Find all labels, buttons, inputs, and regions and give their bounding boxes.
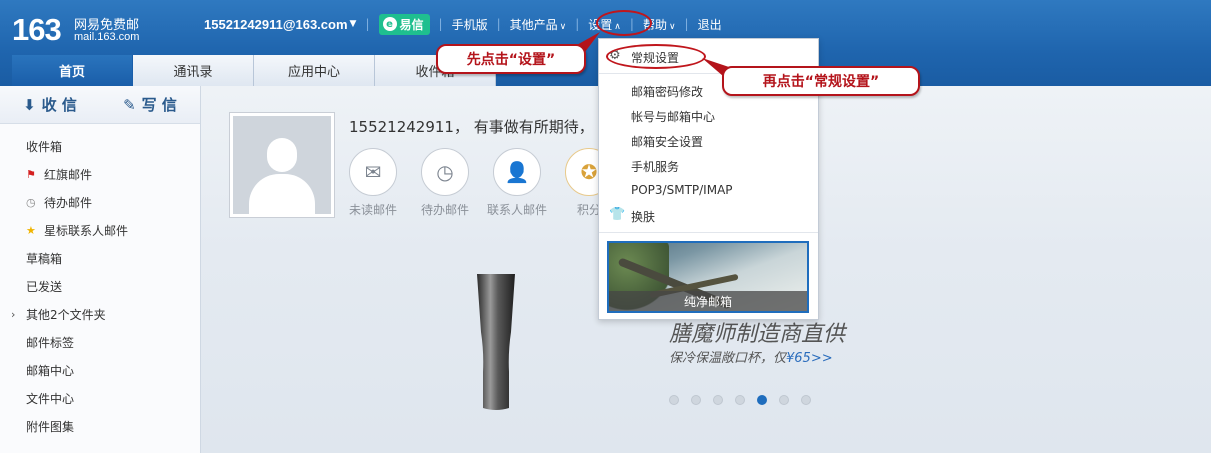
carousel-dot[interactable] — [779, 395, 789, 405]
carousel-dot[interactable] — [757, 395, 767, 405]
quick-label: 联系人邮件 — [487, 203, 548, 217]
star-icon: ★ — [26, 223, 36, 237]
sidebar-item-label: 邮箱中心 — [26, 363, 75, 378]
menu-item-mobile-service[interactable]: 手机服务 — [631, 158, 679, 175]
promo-title[interactable]: 膳魔师制造商直供 — [669, 316, 845, 348]
menu-item-skin[interactable]: 换肤 — [631, 208, 655, 225]
sidebar-item-file-center[interactable]: 文件中心 — [0, 384, 200, 412]
quick-contacts[interactable]: 👤 联系人邮件 — [487, 148, 547, 218]
compose-button[interactable]: ✎ 写 信 — [100, 86, 200, 123]
contact-star-icon: 👤 — [493, 148, 541, 196]
sidebar-item-label: 红旗邮件 — [44, 167, 93, 182]
divider: | — [496, 17, 501, 31]
general-settings-highlight-circle — [606, 44, 706, 69]
menu-divider — [599, 232, 818, 233]
sidebar-item-inbox[interactable]: 收件箱 — [0, 132, 200, 160]
divider: | — [365, 17, 370, 31]
yixin-label: 易信 — [399, 17, 424, 32]
sidebar-item-label: 草稿箱 — [26, 251, 63, 266]
edit-icon: ✎ — [123, 95, 136, 114]
quick-todo[interactable]: ◷ 待办邮件 — [415, 148, 475, 218]
carousel-dot[interactable] — [691, 395, 701, 405]
receive-button[interactable]: ⬇ 收 信 — [0, 86, 100, 123]
sidebar-item-todo[interactable]: ◷ 待办邮件 — [0, 188, 200, 216]
carousel-dot[interactable] — [713, 395, 723, 405]
logo-number: 163 — [12, 12, 62, 47]
menu-item-password[interactable]: 邮箱密码修改 — [631, 83, 703, 100]
sidebar-item-attachments[interactable]: 附件图集 — [0, 412, 200, 440]
menu-item-security[interactable]: 邮箱安全设置 — [631, 133, 703, 150]
sidebar-item-label: 待办邮件 — [44, 195, 93, 210]
quick-label: 未读邮件 — [348, 203, 397, 217]
carousel-dot[interactable] — [669, 395, 679, 405]
quick-label: 待办邮件 — [420, 203, 469, 217]
chevron-down-icon[interactable]: ▼ — [350, 19, 357, 29]
download-icon: ⬇ — [23, 95, 36, 114]
tab-home[interactable]: 首页 — [12, 55, 133, 86]
sidebar-item-drafts[interactable]: 草稿箱 — [0, 244, 200, 272]
skin-thumbnail[interactable]: 纯净邮箱 — [607, 241, 809, 313]
quick-unread[interactable]: ✉ 未读邮件 — [343, 148, 403, 218]
chevron-right-icon[interactable]: › — [11, 308, 15, 321]
envelope-icon: ✉ — [349, 148, 397, 196]
main-tabs: 首页 通讯录 应用中心 收件箱 — [12, 55, 496, 86]
sidebar-item-label: 其他2个文件夹 — [26, 307, 106, 322]
tab-app-center[interactable]: 应用中心 — [254, 55, 375, 86]
sidebar-item-label: 已发送 — [26, 279, 63, 294]
mobile-version-link[interactable]: 手机版 — [452, 16, 488, 33]
avatar[interactable] — [229, 112, 335, 218]
sidebar-item-label: 附件图集 — [26, 419, 75, 434]
promo-price: ¥65>> — [786, 351, 833, 366]
flag-icon: ⚑ — [26, 167, 36, 181]
skin-label: 纯净邮箱 — [609, 291, 807, 311]
other-products-label: 其他产品 — [509, 17, 558, 32]
menu-item-pop3[interactable]: POP3/SMTP/IMAP — [631, 183, 733, 197]
callout-step1: 先点击“设置” — [436, 44, 586, 74]
sidebar-item-mail-center[interactable]: 邮箱中心 — [0, 356, 200, 384]
account-email[interactable]: 15521242911@163.com — [204, 17, 348, 32]
menu-item-account-center[interactable]: 帐号与邮箱中心 — [631, 108, 715, 125]
clock-icon: ◷ — [421, 148, 469, 196]
chevron-down-icon: ∨ — [559, 21, 567, 32]
carousel-dots — [669, 395, 823, 405]
sidebar-item-tags[interactable]: 邮件标签 — [0, 328, 200, 356]
divider: | — [684, 17, 689, 31]
carousel-dot[interactable] — [801, 395, 811, 405]
carousel-dot[interactable] — [735, 395, 745, 405]
promo-subtitle[interactable]: 保冷保温敞口杯，仅¥65>> — [669, 347, 833, 366]
sidebar: ⬇ 收 信 ✎ 写 信 收件箱 ⚑ 红旗邮件 ◷ 待办邮件 ★ 星标联系人邮件 草稿箱… — [0, 86, 201, 453]
logout-link[interactable]: 退出 — [698, 16, 722, 33]
default-avatar-icon — [233, 116, 331, 214]
divider: | — [575, 17, 580, 31]
sidebar-item-other-folders[interactable]: › 其他2个文件夹 — [0, 300, 200, 328]
sidebar-item-flagged[interactable]: ⚑ 红旗邮件 — [0, 160, 200, 188]
sidebar-actions: ⬇ 收 信 ✎ 写 信 — [0, 86, 200, 124]
settings-highlight-circle — [596, 10, 652, 36]
shirt-icon: 👕 — [609, 207, 626, 222]
other-products-menu[interactable]: 其他产品 ∨ — [510, 16, 567, 33]
greeting-text: 15521242911， 有事做有所期待， — [349, 118, 594, 136]
divider: | — [438, 17, 443, 31]
chevron-down-icon: ∨ — [668, 21, 676, 32]
sidebar-item-label: 星标联系人邮件 — [44, 223, 129, 238]
callout-step2: 再点击“常规设置” — [722, 66, 920, 96]
logo-domain: mail.163.com — [74, 31, 140, 43]
sidebar-item-starred[interactable]: ★ 星标联系人邮件 — [0, 216, 200, 244]
sidebar-item-label: 邮件标签 — [26, 335, 75, 350]
yixin-button[interactable]: e 易信 — [378, 13, 430, 35]
promo-subtitle-text: 保冷保温敞口杯，仅 — [669, 351, 787, 366]
cup-product-image[interactable] — [475, 272, 517, 412]
sidebar-item-label: 文件中心 — [26, 391, 75, 406]
folder-list: 收件箱 ⚑ 红旗邮件 ◷ 待办邮件 ★ 星标联系人邮件 草稿箱 已发送 › 其他2个文件… — [0, 124, 200, 440]
receive-label: 收 信 — [41, 96, 77, 114]
sidebar-item-label: 收件箱 — [26, 139, 63, 154]
yixin-icon: e — [382, 17, 397, 31]
compose-label: 写 信 — [141, 96, 177, 114]
tab-contacts[interactable]: 通讯录 — [133, 55, 254, 86]
sidebar-item-sent[interactable]: 已发送 — [0, 272, 200, 300]
clock-icon: ◷ — [26, 195, 36, 209]
